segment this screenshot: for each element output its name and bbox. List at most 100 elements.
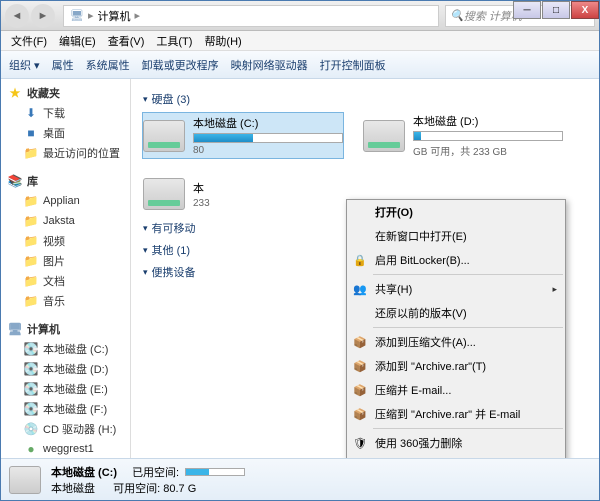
window-close[interactable]: X: [571, 1, 599, 19]
computer-icon: 🖥: [70, 9, 84, 22]
sidebar-item-jaksta[interactable]: 📁Jaksta: [1, 211, 130, 231]
status-drive-name: 本地磁盘 (C:): [51, 464, 117, 480]
drive-icon: 💽: [23, 381, 39, 397]
sidebar-item-videos[interactable]: 📁视频: [1, 231, 130, 251]
ctx-item-icon: 📦: [352, 406, 368, 422]
status-used-label: 已用空间:: [132, 464, 179, 480]
drive-subtext: 233: [193, 198, 343, 209]
drive-c[interactable]: 本地磁盘 (C:) 80: [143, 113, 343, 158]
drive-d[interactable]: 本地磁盘 (D:) GB 可用，共 233 GB: [363, 113, 563, 158]
ctx-item-label: 启用 BitLocker(B)...: [375, 252, 470, 268]
nav-back-button[interactable]: ◄: [5, 4, 29, 28]
drive-subtext: GB 可用，共 233 GB: [413, 143, 563, 158]
ctx-item[interactable]: 打开(O): [347, 200, 565, 224]
ctx-item[interactable]: 👥共享(H)▸: [347, 277, 565, 301]
sidebar-item-drive-f[interactable]: 💽本地磁盘 (F:): [1, 399, 130, 419]
sidebar-favorites-header[interactable]: ★收藏夹: [1, 83, 130, 103]
ctx-item[interactable]: 📦添加到压缩文件(A)...: [347, 330, 565, 354]
window-minimize[interactable]: ─: [513, 1, 541, 19]
folder-icon: 📁: [23, 213, 39, 229]
ctx-item[interactable]: 🛡 使用 360强力删除: [347, 431, 565, 455]
collapse-icon: ▾: [143, 267, 148, 278]
sidebar-item-drive-c[interactable]: 💽本地磁盘 (C:): [1, 339, 130, 359]
status-free-label: 可用空间: 80.7 G: [113, 480, 196, 496]
star-icon: ★: [7, 85, 23, 101]
address-bar[interactable]: 🖥 ▸ 计算机 ▸: [63, 5, 439, 27]
drive-e[interactable]: 本 233: [143, 178, 343, 210]
ctx-item[interactable]: 🔒 启用 BitLocker(B)...: [347, 248, 565, 272]
sidebar-item-downloads[interactable]: ⬇下载: [1, 103, 130, 123]
drive-label: 本地磁盘 (D:): [413, 113, 563, 129]
ctx-item-label: 在新窗口中打开(E): [375, 228, 467, 244]
sidebar-computer-header[interactable]: 🖥计算机: [1, 319, 130, 339]
library-icon: 📚: [7, 173, 23, 189]
path-segment[interactable]: 计算机: [98, 8, 131, 24]
ctx-item-label: 打开(O): [375, 204, 413, 220]
sidebar-item-applian[interactable]: 📁Applian: [1, 191, 130, 211]
drive-label: 本: [193, 180, 343, 196]
ctx-item-label: 使用 360强力删除: [375, 435, 462, 451]
status-usage-bar: [185, 468, 245, 476]
context-menu: 打开(O) 在新窗口中打开(E) 🔒 启用 BitLocker(B)... 👥共享(H)…: [346, 199, 566, 458]
drive-icon: [363, 120, 405, 152]
toolbar-uninstall[interactable]: 卸载或更改程序: [142, 57, 219, 73]
sidebar-item-pictures[interactable]: 📁图片: [1, 251, 130, 271]
ctx-item[interactable]: 📦压缩并 E-mail...: [347, 378, 565, 402]
path-sep-icon: ▸: [88, 9, 94, 22]
sidebar-libraries-header[interactable]: 📚库: [1, 171, 130, 191]
collapse-icon: ▾: [143, 94, 148, 105]
titlebar: ◄ ► 🖥 ▸ 计算机 ▸ 🔍 搜索 计算机: [1, 1, 599, 31]
toolbar-system-properties[interactable]: 系统属性: [86, 57, 130, 73]
sidebar-item-drive-e[interactable]: 💽本地磁盘 (E:): [1, 379, 130, 399]
menu-tools[interactable]: 工具(T): [150, 31, 198, 51]
sidebar-item-drive-d[interactable]: 💽本地磁盘 (D:): [1, 359, 130, 379]
nav-forward-button[interactable]: ►: [31, 4, 55, 28]
drive-icon: [9, 466, 41, 494]
folder-icon: 📁: [23, 193, 39, 209]
content-pane: ▾硬盘 (3) 本地磁盘 (C:) 80 本地磁盘 (D:) GB 可用，: [131, 79, 599, 458]
ctx-item[interactable]: 📦添加到 "Archive.rar"(T): [347, 354, 565, 378]
search-icon: 🔍: [450, 9, 464, 22]
group-harddisk[interactable]: ▾硬盘 (3): [143, 91, 587, 107]
cd-icon: 💿: [23, 421, 39, 437]
menu-file[interactable]: 文件(F): [5, 31, 53, 51]
ctx-item-label: 添加到压缩文件(A)...: [375, 334, 476, 350]
drive-label: 本地磁盘 (C:): [193, 115, 343, 131]
status-bar: 本地磁盘 (C:) 已用空间: 本地磁盘 可用空间: 80.7 G: [1, 458, 599, 500]
ctx-item[interactable]: 在新窗口中打开(E): [347, 224, 565, 248]
collapse-icon: ▾: [143, 223, 148, 234]
path-sep-icon: ▸: [135, 9, 141, 22]
menu-view[interactable]: 查看(V): [102, 31, 151, 51]
drive-usage-bar: [193, 133, 343, 143]
ctx-item[interactable]: 🛡使用 360进行木马云查杀: [347, 455, 565, 458]
ctx-item-label: 共享(H): [375, 281, 412, 297]
ctx-item-icon: 🔒: [352, 252, 368, 268]
video-icon: 📁: [23, 233, 39, 249]
ctx-item[interactable]: 还原以前的版本(V): [347, 301, 565, 325]
sidebar-item-recent[interactable]: 📁最近访问的位置: [1, 143, 130, 163]
ctx-item[interactable]: 📦 压缩到 "Archive.rar" 并 E-mail: [347, 402, 565, 426]
computer-icon: 🖥: [7, 321, 23, 337]
ctx-item-label: 压缩并 E-mail...: [375, 382, 451, 398]
menu-help[interactable]: 帮助(H): [198, 31, 247, 51]
ctx-item-label: 添加到 "Archive.rar"(T): [375, 358, 486, 374]
sidebar-item-weggrest1[interactable]: ●weggrest1: [1, 439, 130, 458]
download-icon: ⬇: [23, 105, 39, 121]
sidebar-item-music[interactable]: 📁音乐: [1, 291, 130, 311]
sidebar-item-cd-drive[interactable]: 💿CD 驱动器 (H:): [1, 419, 130, 439]
toolbar-organize[interactable]: 组织 ▾: [9, 57, 40, 73]
ctx-item-label: 压缩到 "Archive.rar" 并 E-mail: [375, 406, 520, 422]
toolbar-properties[interactable]: 属性: [52, 57, 74, 73]
sidebar-item-documents[interactable]: 📁文档: [1, 271, 130, 291]
drive-usage-bar: [413, 131, 563, 141]
sidebar-item-desktop[interactable]: ■桌面: [1, 123, 130, 143]
drive-subtext: 80: [193, 145, 343, 156]
recent-icon: 📁: [23, 145, 39, 161]
ctx-item-icon: 🛡: [352, 435, 368, 451]
toolbar-control-panel[interactable]: 打开控制面板: [320, 57, 386, 73]
menu-edit[interactable]: 编辑(E): [53, 31, 102, 51]
window-maximize[interactable]: □: [542, 1, 570, 19]
menubar: 文件(F) 编辑(E) 查看(V) 工具(T) 帮助(H): [1, 31, 599, 51]
toolbar-map-drive[interactable]: 映射网络驱动器: [231, 57, 308, 73]
desktop-icon: ■: [23, 125, 39, 141]
